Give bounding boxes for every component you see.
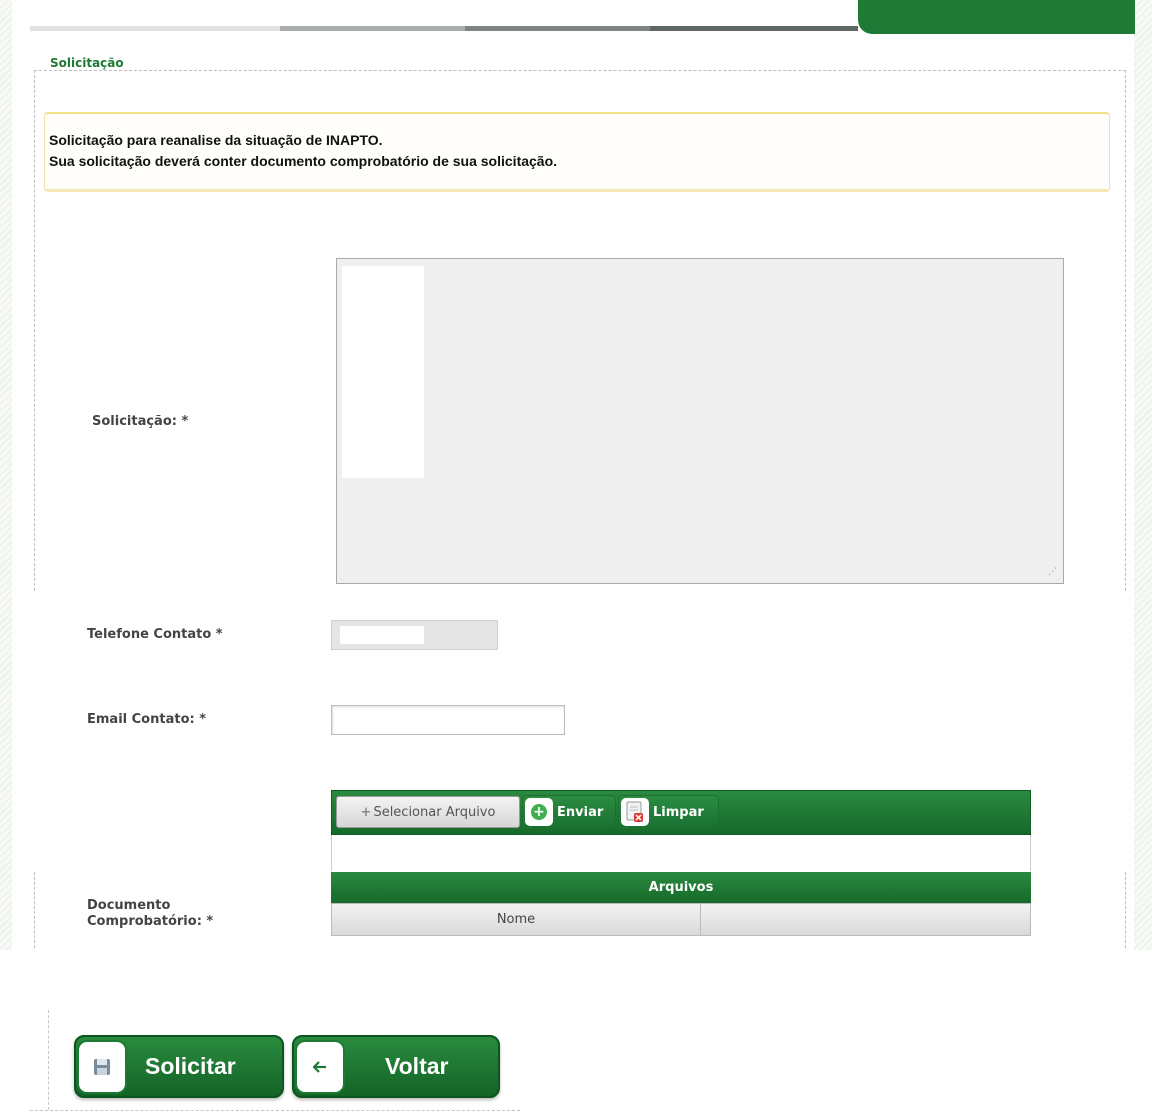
notice-line-1: Solicitação para reanalise da situação d…: [49, 132, 383, 148]
tab-strip-segment: [30, 26, 280, 31]
plus-icon: +: [360, 804, 372, 820]
right-border-decoration: [1134, 0, 1152, 950]
save-disk-icon: [77, 1039, 127, 1094]
email-input[interactable]: [331, 705, 565, 735]
voltar-button[interactable]: Voltar: [292, 1035, 500, 1098]
notice-line-2: Sua solicitação deverá conter documento …: [49, 153, 558, 169]
documento-label: Documento Comprobatório: *: [87, 898, 213, 930]
clear-document-icon: [621, 798, 649, 826]
files-table-title: Arquivos: [331, 872, 1031, 903]
fieldset-legend: Solicitação: [44, 56, 130, 70]
resize-grip-icon[interactable]: ⋰: [1048, 566, 1060, 578]
arrow-left-icon: [295, 1039, 345, 1094]
redacted-text: [342, 266, 424, 478]
tab-strip-segment: [280, 26, 465, 31]
upload-status-area: [331, 835, 1031, 871]
send-label: Enviar: [557, 804, 604, 820]
select-file-button[interactable]: + Selecionar Arquivo: [336, 796, 520, 828]
left-border-decoration: [0, 0, 12, 950]
voltar-label: Voltar: [385, 1053, 449, 1079]
top-tab-bar: [30, 0, 1135, 34]
documento-label-line-2: Comprobatório: *: [87, 914, 214, 929]
add-circle-icon: +: [525, 798, 553, 826]
tab-strip-segment: [465, 26, 650, 31]
select-file-label: Selecionar Arquivo: [373, 804, 496, 820]
redacted-phone: [340, 626, 424, 644]
telefone-label: Telefone Contato *: [87, 627, 223, 642]
files-table-header: Nome: [331, 903, 1031, 936]
tab-strip-segment: [650, 26, 858, 31]
solicitacao-label: Solicitação: *: [92, 414, 189, 429]
actions-border: [48, 1010, 50, 1110]
solicitacao-textarea[interactable]: [336, 258, 1064, 584]
email-label: Email Contato: *: [87, 712, 207, 727]
clear-button[interactable]: Limpar: [618, 795, 719, 829]
documento-label-line-1: Documento: [87, 898, 171, 913]
solicitar-label: Solicitar: [145, 1053, 236, 1079]
info-notice: Solicitação para reanalise da situação d…: [44, 112, 1110, 192]
actions-border-bottom: [30, 1110, 520, 1112]
active-tab[interactable]: [858, 0, 1135, 34]
clear-label: Limpar: [653, 804, 704, 820]
send-button[interactable]: + Enviar: [522, 795, 616, 829]
solicitar-button[interactable]: Solicitar: [74, 1035, 284, 1098]
column-header-nome[interactable]: Nome: [332, 904, 701, 935]
